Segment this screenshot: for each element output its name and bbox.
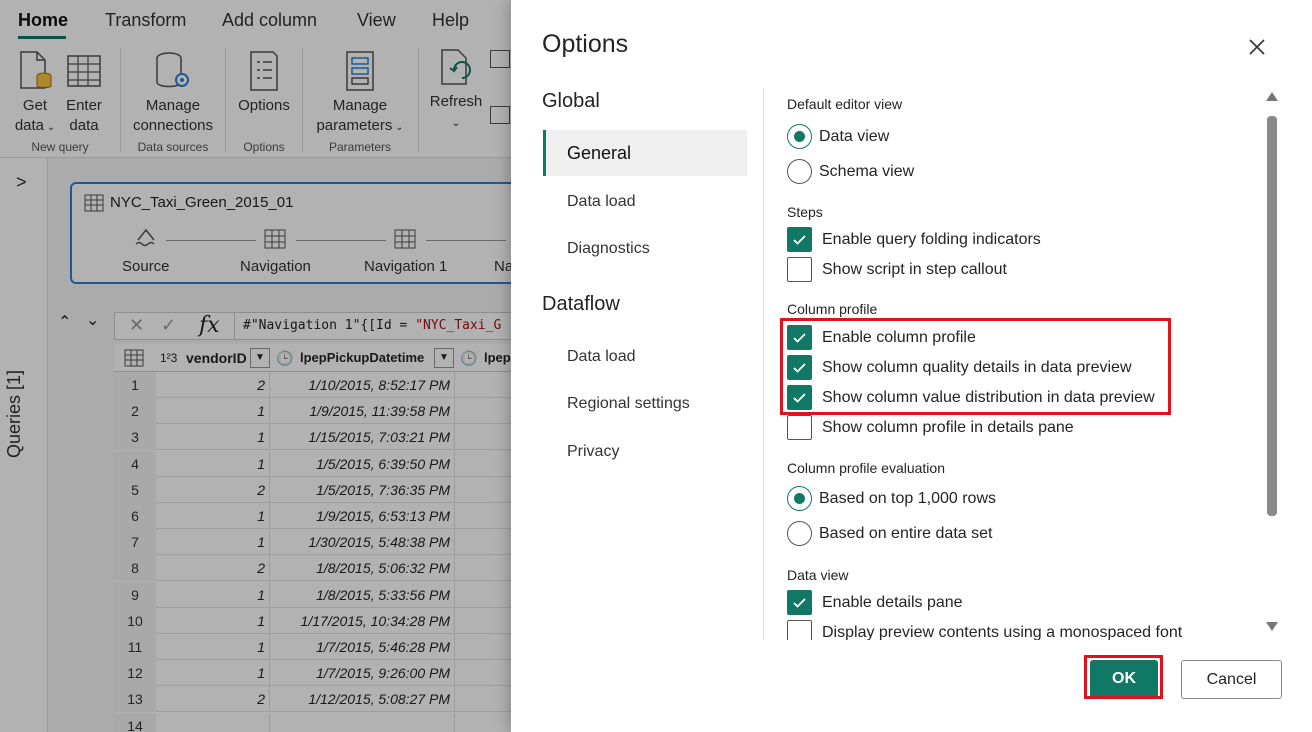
nav-heading-global: Global [542,90,600,112]
close-icon[interactable] [1246,36,1268,58]
enable-details-pane-checkbox[interactable]: Enable details pane [787,589,1087,617]
data-view-label: Data view [819,128,890,145]
entire-data-set-radio[interactable]: Based on entire data set [787,520,1087,548]
section-heading-steps: Steps [787,204,823,220]
schema-view-label: Schema view [819,163,915,180]
checkbox-unchecked-icon [787,620,812,640]
section-heading-data-view: Data view [787,567,849,583]
general-settings-panel: Default editor view Data view Schema vie… [765,88,1275,640]
ok-button[interactable]: OK [1090,660,1158,698]
dialog-title: Options [542,30,629,58]
column-quality-label: Show column quality details in data prev… [822,359,1132,376]
monospaced-font-label: Display preview contents using a monospa… [822,624,1183,640]
cancel-button[interactable]: Cancel [1181,660,1282,699]
checkbox-checked-icon [787,227,812,252]
schema-view-radio[interactable]: Schema view [787,158,987,186]
enable-column-profile-label: Enable column profile [822,329,976,346]
nav-item-regional-settings[interactable]: Regional settings [543,381,747,427]
radio-unselected-icon [787,521,812,546]
scrollbar-thumb[interactable] [1267,116,1277,516]
section-heading-default-editor-view: Default editor view [787,96,903,112]
query-folding-label: Enable query folding indicators [822,231,1041,248]
nav-item-data-load[interactable]: Data load [543,179,747,225]
column-quality-checkbox[interactable]: Show column quality details in data prev… [787,354,1167,382]
section-heading-column-profile-evaluation: Column profile evaluation [787,460,945,476]
checkbox-checked-icon [787,355,812,380]
column-profile-details-pane-checkbox[interactable]: Show column profile in details pane [787,414,1167,442]
radio-selected-icon [787,124,812,149]
nav-heading-dataflow: Dataflow [542,293,620,315]
nav-item-privacy[interactable]: Privacy [543,429,747,475]
checkbox-checked-icon [787,325,812,350]
monospaced-font-checkbox[interactable]: Display preview contents using a monospa… [787,619,1207,640]
enable-column-profile-checkbox[interactable]: Enable column profile [787,324,1167,352]
checkbox-unchecked-icon [787,415,812,440]
options-dialog: Options Global General Data load Diagnos… [511,0,1312,732]
top-rows-radio[interactable]: Based on top 1,000 rows [787,485,1087,513]
radio-unselected-icon [787,159,812,184]
nav-item-general[interactable]: General [543,130,747,176]
checkbox-checked-icon [787,385,812,410]
checkbox-unchecked-icon [787,257,812,282]
settings-scrollbar[interactable] [1263,92,1279,632]
top-rows-label: Based on top 1,000 rows [819,490,997,507]
column-profile-details-pane-label: Show column profile in details pane [822,419,1074,436]
scroll-up-arrow-icon[interactable] [1266,92,1278,101]
radio-selected-icon [787,486,812,511]
column-distribution-checkbox[interactable]: Show column value distribution in data p… [787,384,1167,412]
scroll-down-arrow-icon[interactable] [1266,622,1278,631]
column-distribution-label: Show column value distribution in data p… [822,389,1155,406]
checkbox-checked-icon [787,590,812,615]
show-script-label: Show script in step callout [822,261,1007,278]
entire-data-set-label: Based on entire data set [819,525,993,542]
enable-details-pane-label: Enable details pane [822,594,963,611]
query-folding-checkbox[interactable]: Enable query folding indicators [787,226,1087,254]
data-view-radio[interactable]: Data view [787,123,987,151]
nav-item-diagnostics[interactable]: Diagnostics [543,226,747,272]
dialog-divider [763,88,764,640]
nav-item-dataflow-data-load[interactable]: Data load [543,334,747,380]
show-script-checkbox[interactable]: Show script in step callout [787,256,1087,284]
section-heading-column-profile: Column profile [787,301,878,317]
